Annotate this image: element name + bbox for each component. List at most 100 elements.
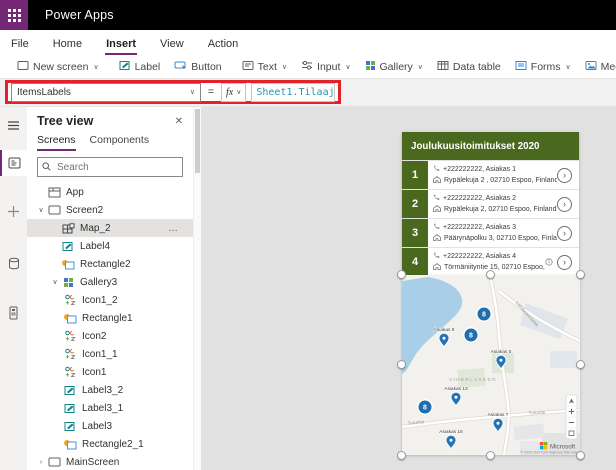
- toolbar-forms[interactable]: Forms ∨: [508, 60, 578, 74]
- map-cluster[interactable]: 8: [418, 400, 432, 414]
- fx-icon: fx: [226, 87, 233, 98]
- row-chevron-icon[interactable]: ›: [557, 197, 572, 212]
- toolbar-new-screen[interactable]: New screen ∨: [10, 60, 106, 74]
- property-dropdown-value: ItemsLabels: [17, 87, 71, 98]
- home-icon: [433, 263, 441, 272]
- waffle-menu-icon[interactable]: [0, 0, 28, 30]
- insert-plus-icon[interactable]: [0, 198, 27, 224]
- tree-item-app[interactable]: App: [27, 183, 193, 201]
- tree-item-rectangle2-1[interactable]: Rectangle2_1: [27, 435, 193, 453]
- screen-icon: [47, 204, 61, 217]
- selection-handle[interactable]: [576, 360, 585, 369]
- tree-item-icon1-2[interactable]: Icon1_2: [27, 291, 193, 309]
- tree-item-icon1-1[interactable]: Icon1_1: [27, 345, 193, 363]
- chevron-expanded-icon[interactable]: ∨: [49, 278, 61, 286]
- row-chevron-icon[interactable]: ›: [557, 255, 572, 270]
- icons-control-icon: [63, 366, 77, 379]
- tree-view-rail-icon[interactable]: [0, 150, 27, 176]
- button-icon: [174, 60, 187, 74]
- tree-item-label3[interactable]: Label3: [27, 417, 193, 435]
- icons-control-icon: [63, 294, 77, 307]
- top-app-bar: Power Apps: [0, 0, 616, 30]
- map-canvas: VIHERLAAKSO Lähderannantie Turuntie Turu…: [402, 275, 580, 455]
- selection-handle[interactable]: [397, 360, 406, 369]
- map-zoom-controls[interactable]: [566, 395, 577, 439]
- media-rail-icon[interactable]: [0, 300, 27, 326]
- info-icon: [545, 253, 553, 271]
- hamburger-menu-icon[interactable]: [0, 112, 27, 138]
- pin-label: Asiakas 7: [488, 412, 509, 418]
- menu-action[interactable]: Action: [207, 38, 240, 55]
- tree-item-icon1[interactable]: Icon1: [27, 363, 193, 381]
- menu-view[interactable]: View: [159, 38, 185, 55]
- toolbar-button[interactable]: Button: [167, 60, 228, 74]
- tree-item-map2[interactable]: Map_2 …: [27, 219, 193, 237]
- tab-screens[interactable]: Screens: [37, 134, 76, 151]
- label-icon: [63, 402, 77, 415]
- data-table-icon: [437, 60, 449, 74]
- selection-handle[interactable]: [397, 270, 406, 279]
- row-chevron-icon[interactable]: ›: [557, 226, 572, 241]
- svg-text:8: 8: [482, 312, 486, 319]
- toolbar-input[interactable]: Input ∨: [294, 60, 357, 74]
- map-cluster[interactable]: 8: [464, 328, 478, 342]
- tree-item-label3-2[interactable]: Label3_2: [27, 381, 193, 399]
- tree-item-screen2[interactable]: ∨ Screen2: [27, 201, 193, 219]
- menu-insert[interactable]: Insert: [105, 38, 137, 55]
- label-icon: [63, 384, 77, 397]
- tree-view-panel: Tree view ✕ Screens Components App ∨: [27, 107, 193, 470]
- delivery-gallery-control[interactable]: Joulukuusitoimitukset 2020 1 +222222222,…: [402, 132, 579, 276]
- tree-item-mainscreen[interactable]: › MainScreen: [27, 453, 193, 470]
- close-icon[interactable]: ✕: [175, 116, 183, 127]
- toolbar-data-table[interactable]: Data table: [430, 60, 508, 74]
- selection-handle[interactable]: [576, 451, 585, 460]
- design-canvas[interactable]: Joulukuusitoimitukset 2020 1 +222222222,…: [201, 107, 616, 470]
- more-options-icon[interactable]: …: [168, 223, 179, 234]
- screen-icon: [47, 456, 61, 469]
- selection-handle[interactable]: [486, 270, 495, 279]
- menu-home[interactable]: Home: [52, 38, 83, 55]
- menu-file[interactable]: File: [10, 38, 30, 55]
- data-sources-icon[interactable]: [0, 250, 27, 276]
- tab-components[interactable]: Components: [90, 134, 150, 151]
- home-icon: [433, 234, 441, 243]
- selection-handle[interactable]: [576, 270, 585, 279]
- tree-item-gallery3[interactable]: ∨ Gallery3: [27, 273, 193, 291]
- chevron-expanded-icon[interactable]: ∨: [35, 206, 47, 214]
- annotation-highlight-box: ItemsLabels ∨ = fx ∨ Sheet1.Tilaaja: [5, 80, 341, 104]
- fx-dropdown[interactable]: fx ∨: [221, 83, 246, 102]
- scrollbar-thumb[interactable]: [195, 109, 200, 173]
- toolbar-text[interactable]: Text ∨: [235, 60, 294, 74]
- map-attribution: © 2020 TomTom Improve this map: [520, 451, 578, 455]
- tree-item-rectangle2[interactable]: Rectangle2: [27, 255, 193, 273]
- map-control[interactable]: VIHERLAAKSO Lähderannantie Turuntie Turu…: [402, 275, 580, 455]
- map-cluster[interactable]: 8: [477, 307, 491, 321]
- gallery-icon: [365, 60, 376, 74]
- row-number-badge: 2: [402, 190, 428, 218]
- toolbar-label[interactable]: Label: [112, 60, 168, 74]
- chevron-collapsed-icon[interactable]: ›: [35, 459, 47, 466]
- gallery-row-1[interactable]: 1 +222222222, Asiakas 1 Rypälekuja 2 , 0…: [402, 160, 579, 189]
- gallery-row-2[interactable]: 2 +222222222, Asiakas 2 Rypälekuja 2, 02…: [402, 189, 579, 218]
- selection-handle[interactable]: [486, 451, 495, 460]
- pin-label: Asiakas 13: [444, 386, 468, 392]
- search-input[interactable]: [55, 161, 178, 174]
- property-dropdown[interactable]: ItemsLabels ∨: [11, 83, 201, 102]
- toolbar-media[interactable]: Media ∨: [578, 60, 616, 74]
- tree-item-icon2[interactable]: Icon2: [27, 327, 193, 345]
- app-title: Power Apps: [45, 8, 114, 22]
- tree-item-label4[interactable]: Label4: [27, 237, 193, 255]
- formula-input[interactable]: Sheet1.Tilaaja: [251, 83, 335, 102]
- panel-scrollbar[interactable]: [193, 107, 201, 470]
- phone-icon: [433, 252, 440, 261]
- icons-control-icon: [63, 330, 77, 343]
- selection-handle[interactable]: [397, 451, 406, 460]
- home-icon: [433, 176, 441, 185]
- gallery-row-3[interactable]: 3 +222222222, Asiakas 3 Päärynäpolku 3, …: [402, 218, 579, 247]
- tree-item-rectangle1[interactable]: Rectangle1: [27, 309, 193, 327]
- equals-sign: =: [206, 86, 216, 98]
- chevron-down-icon: ∨: [418, 63, 423, 71]
- toolbar-gallery[interactable]: Gallery ∨: [358, 60, 430, 74]
- tree-item-label3-1[interactable]: Label3_1: [27, 399, 193, 417]
- row-chevron-icon[interactable]: ›: [557, 168, 572, 183]
